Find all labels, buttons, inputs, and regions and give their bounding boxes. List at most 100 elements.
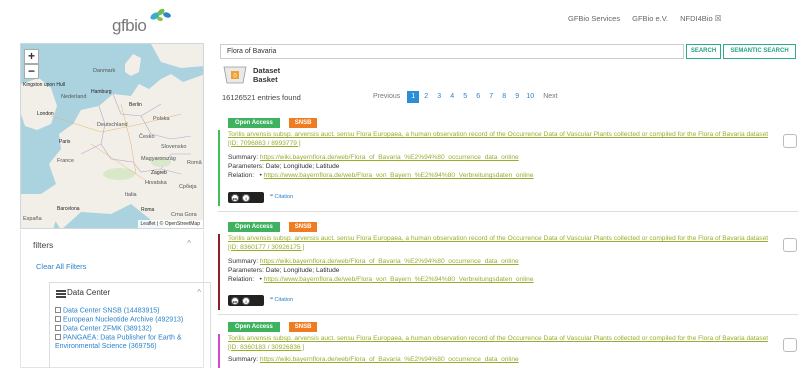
checkbox[interactable]: [55, 334, 61, 340]
relation-link[interactable]: https://www.bayernflora.de/web/Flora_von…: [264, 172, 534, 179]
data-center-title[interactable]: Data Center: [67, 288, 110, 297]
parameters-label: Parameters:: [228, 267, 264, 274]
citation-link[interactable]: ❝ Citation: [270, 194, 293, 200]
basket-label-line2: Basket: [253, 74, 278, 84]
checkbox[interactable]: [55, 325, 61, 331]
data-center-facet: Data Center ^ Data Center SNSB (14483915…: [49, 282, 211, 368]
pagination-page[interactable]: 8: [498, 91, 510, 103]
checkbox[interactable]: [55, 307, 61, 313]
map-label-srbija: Србија: [179, 184, 197, 190]
facet-item-label[interactable]: PANGAEA: Data Publisher for Earth & Envi…: [55, 335, 182, 351]
basket-label[interactable]: Dataset Basket: [253, 66, 280, 84]
map-attribution[interactable]: Leaflet | © OpenStreetMap: [137, 220, 203, 228]
summary-link[interactable]: https://wiki.bayernflora.de/web/Flora_of…: [260, 356, 519, 363]
result-accent-bar: [218, 234, 220, 310]
cc-icon: cc: [231, 193, 239, 202]
pagination-next[interactable]: Next: [540, 91, 560, 103]
pagination-page[interactable]: 7: [485, 91, 497, 103]
result-accent-bar: [218, 334, 220, 368]
search-input[interactable]: Flora of Bavaria: [220, 44, 684, 59]
result-select-checkbox[interactable]: [783, 134, 797, 148]
facet-item[interactable]: Data Center SNSB (14483915): [55, 307, 207, 316]
pagination-previous[interactable]: Previous: [370, 91, 403, 103]
result-relation: Relation: • https://www.bayernflora.de/w…: [228, 171, 534, 180]
map-label-paris: Paris: [59, 139, 71, 145]
semantic-search-button[interactable]: SEMANTIC SEARCH: [723, 44, 796, 59]
data-center-collapse-icon[interactable]: ^: [197, 288, 201, 297]
pagination-page[interactable]: 9: [511, 91, 523, 103]
filters-collapse-icon[interactable]: ^: [187, 239, 191, 248]
map-label-kingston: Kingston upon Hull: [23, 82, 65, 88]
cc-license-icon[interactable]: cc i: [228, 192, 264, 203]
result-relation: Relation: • https://www.bayernflora.de/w…: [228, 275, 534, 284]
parameters-value: Date; Longitude; Latitude: [265, 163, 340, 170]
facet-item-label[interactable]: European Nucleotide Archive (492913): [63, 317, 183, 324]
facet-item-label[interactable]: Data Center ZFMK (389132): [63, 326, 152, 333]
facet-item[interactable]: PANGAEA: Data Publisher for Earth & Envi…: [55, 334, 207, 352]
nav-nfdi4bio[interactable]: NFDI4Bio ☒: [680, 14, 721, 23]
result-card: Open Access SNSB Torilis arvensis subsp.…: [218, 222, 798, 312]
facet-item[interactable]: European Nucleotide Archive (492913): [55, 316, 207, 325]
filters-title: filters: [33, 240, 54, 250]
result-select-checkbox[interactable]: [783, 338, 797, 352]
pagination-page[interactable]: 3: [433, 91, 445, 103]
map-label-zagreb: Zagreb: [151, 170, 167, 176]
by-icon: i: [242, 193, 250, 202]
map-label-slovensko: Slovensko: [161, 144, 187, 150]
map-label-hamburg: Hamburg: [91, 89, 112, 95]
pagination-page[interactable]: 5: [459, 91, 471, 103]
citation-label: Citation: [274, 297, 294, 303]
facet-item-label[interactable]: Data Center SNSB (14483915): [63, 308, 160, 315]
citation-link[interactable]: ❝ Citation: [270, 297, 293, 303]
pagination-page[interactable]: 6: [472, 91, 484, 103]
result-title[interactable]: Torilis arvensis subsp. arvensis auct. s…: [228, 131, 773, 148]
search-button[interactable]: SEARCH: [686, 44, 721, 59]
bullet-icon: •: [255, 172, 262, 179]
map-label-hrvatska: Hrvatska: [145, 180, 167, 186]
citation-label: Citation: [274, 194, 294, 200]
result-title[interactable]: Torilis arvensis subsp. arvensis auct. s…: [228, 235, 773, 252]
map-label-italia: Italia: [125, 192, 137, 198]
summary-label: Summary:: [228, 258, 259, 265]
header: gfbio GFBio Services GFBio e.V. NFDI4Bio…: [0, 0, 812, 40]
data-center-list: Data Center SNSB (14483915) European Nuc…: [55, 307, 207, 352]
zoom-out-button[interactable]: −: [24, 64, 39, 79]
facet-item[interactable]: Data Center ZFMK (389132): [55, 325, 207, 334]
map-label-nederland: Nederland: [61, 94, 87, 100]
gfbio-logo[interactable]: gfbio: [112, 6, 182, 36]
map-label-deutschland: Deutschland: [97, 122, 128, 128]
pagination-page[interactable]: 2: [420, 91, 432, 103]
filters-panel: filters ^ Clear All Filters Data Center …: [20, 230, 211, 368]
summary-label: Summary:: [228, 154, 259, 161]
result-title[interactable]: Torilis arvensis subsp. arvensis auct. s…: [228, 335, 773, 352]
map-label-crna-gora: Crna Gora: [171, 212, 197, 218]
pagination-page[interactable]: 4: [446, 91, 458, 103]
result-select-checkbox[interactable]: [783, 238, 797, 252]
map-label-berlin: Berlin: [129, 102, 142, 108]
nav-gfbio-ev[interactable]: GFBio e.V.: [632, 14, 668, 23]
map-label-roma: Roma: [141, 207, 155, 213]
relation-label: Relation:: [228, 172, 255, 179]
map-label-london: London: [37, 111, 54, 117]
summary-link[interactable]: https://wiki.bayernflora.de/web/Flora_of…: [260, 154, 519, 161]
pagination-page[interactable]: 10: [524, 91, 536, 103]
nav-gfbio-services[interactable]: GFBio Services: [568, 14, 620, 23]
map-label-danmark: Danmark: [93, 68, 116, 74]
summary-link[interactable]: https://wiki.bayernflora.de/web/Flora_of…: [260, 258, 519, 265]
open-access-badge: Open Access: [228, 322, 280, 332]
map-label-espana: España: [23, 216, 42, 222]
checkbox[interactable]: [55, 316, 61, 322]
cc-license-icon[interactable]: cc i: [228, 295, 264, 306]
open-access-badge: Open Access: [228, 118, 280, 128]
pagination-page[interactable]: 1: [407, 91, 420, 103]
menu-icon: [56, 290, 66, 299]
bullet-icon: •: [255, 276, 262, 283]
basket-icon[interactable]: 0: [222, 63, 248, 85]
relation-link[interactable]: https://www.bayernflora.de/web/Flora_von…: [264, 276, 534, 283]
map[interactable]: + − Danmark Kingston upon Hull Nederland…: [20, 43, 204, 229]
zoom-in-button[interactable]: +: [24, 49, 39, 64]
map-label-magyarorszag: Magyarország: [141, 156, 176, 162]
cc-icon: cc: [231, 296, 239, 305]
clear-all-filters-link[interactable]: Clear All Filters: [36, 262, 86, 271]
result-summary: Summary: https://wiki.bayernflora.de/web…: [228, 153, 519, 162]
